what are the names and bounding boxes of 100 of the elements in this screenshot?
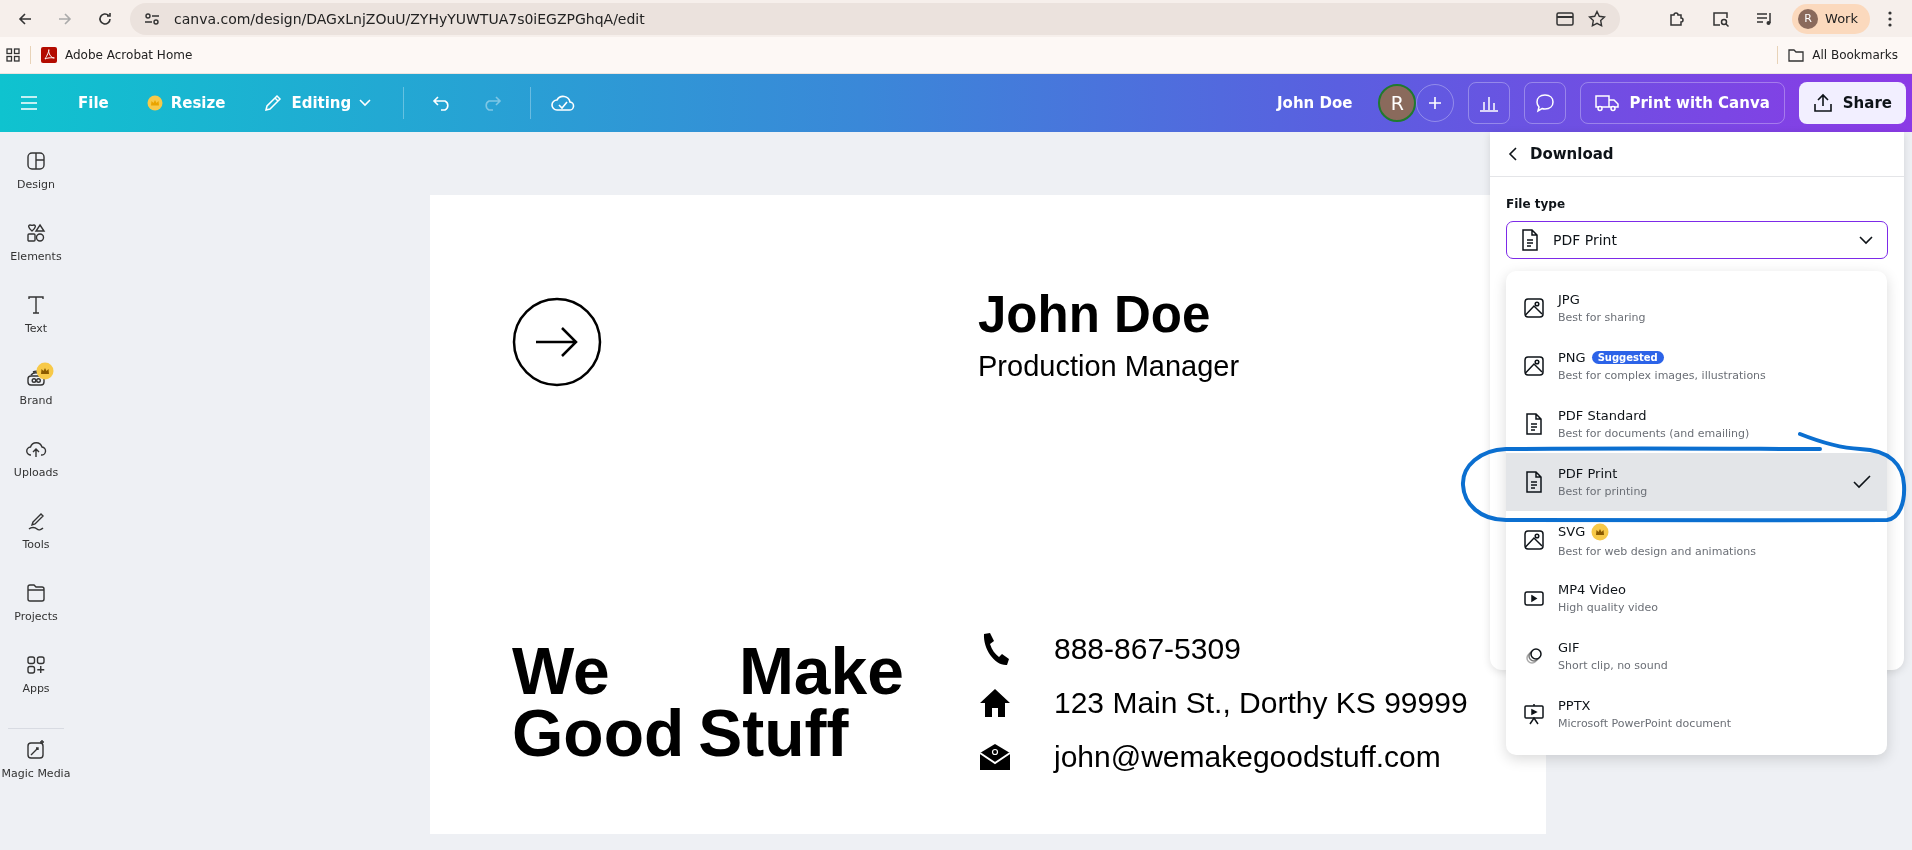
back-arrow-icon: [17, 10, 33, 27]
format-name: GIF: [1558, 640, 1580, 655]
sidebar-item[interactable]: Projects: [0, 582, 72, 654]
file-type-option[interactable]: PDF Print Best for printing: [1506, 453, 1887, 511]
contact-text: 888-867-5309: [1054, 632, 1241, 666]
format-description: Short clip, no sound: [1558, 659, 1669, 672]
tagline-word: Stuff: [698, 702, 849, 764]
format-name: JPG: [1558, 292, 1580, 307]
profile-button[interactable]: R Work: [1792, 3, 1870, 34]
caret-icon: [359, 99, 372, 107]
document-icon: [1521, 229, 1539, 251]
envelope-icon: [978, 743, 1012, 771]
user-avatar[interactable]: R: [1378, 84, 1417, 122]
file-format-icon: [1524, 355, 1544, 377]
sidebar-item[interactable]: Magic Media: [0, 739, 72, 811]
file-format-icon: [1524, 471, 1544, 493]
checkmark-icon: [1853, 475, 1871, 489]
apps-grid-icon[interactable]: [6, 48, 20, 62]
file-type-option[interactable]: PNG Suggested Best for complex images, illustrations: [1506, 337, 1887, 395]
file-format-icon: [1524, 645, 1544, 667]
sidebar-item[interactable]: Design: [0, 150, 72, 222]
file-type-label: File type: [1506, 197, 1567, 211]
format-name: SVG: [1558, 524, 1586, 539]
bookmark-link[interactable]: Adobe Acrobat Home: [41, 47, 193, 63]
file-type-option[interactable]: MP4 Video High quality video: [1506, 569, 1887, 627]
back-button[interactable]: Download: [1508, 145, 1614, 163]
sidebar-item[interactable]: Text: [0, 294, 72, 366]
profile-avatar: R: [1798, 8, 1819, 29]
share-button[interactable]: Share: [1798, 82, 1906, 124]
sidebar-item[interactable]: Apps: [0, 654, 72, 726]
arrow-circle-icon: [512, 297, 602, 387]
print-button[interactable]: Print with Canva: [1580, 82, 1785, 124]
crown-badge-icon: [146, 95, 163, 111]
file-format-icon: [1524, 529, 1544, 551]
format-description: Best for web design and animations: [1558, 544, 1757, 558]
pencil-icon: [263, 93, 284, 113]
star-icon[interactable]: [1588, 9, 1607, 28]
sidebar-icon: [25, 582, 47, 604]
file-format-icon: [1524, 413, 1544, 435]
sidebar-icon: [25, 150, 47, 172]
puzzle-icon[interactable]: [1668, 9, 1687, 28]
sidebar-item[interactable]: Tools: [0, 510, 72, 582]
format-name: PDF Print: [1558, 466, 1618, 481]
format-description: Best for printing: [1558, 485, 1649, 498]
name-text: John Doe: [978, 285, 1212, 344]
file-type-option[interactable]: GIF Short clip, no sound: [1506, 627, 1887, 685]
card-icon[interactable]: [1556, 11, 1575, 26]
file-type-option[interactable]: PDF Standard Best for documents (and emailing): [1506, 395, 1887, 453]
speech-bubble-icon: [1535, 93, 1556, 113]
forward-arrow-icon: [57, 10, 73, 27]
upload-icon: [1812, 93, 1833, 113]
format-description: Best for documents (and emailing): [1558, 427, 1751, 440]
insights-button[interactable]: [1468, 82, 1511, 124]
file-format-icon: [1524, 703, 1544, 725]
sidebar-icon: [25, 222, 47, 244]
comment-button[interactable]: [1524, 82, 1567, 124]
site-settings-icon[interactable]: [144, 11, 160, 26]
sidebar-icon: [25, 294, 47, 316]
reload-icon: [97, 10, 113, 27]
plus-icon: [1428, 96, 1443, 110]
document-title[interactable]: John Doe: [1277, 94, 1353, 112]
all-bookmarks-button[interactable]: All Bookmarks: [1788, 48, 1898, 62]
file-format-icon: [1524, 297, 1544, 319]
sidebar-icon: [25, 654, 47, 676]
contact-text: 123 Main St., Dorthy KS 99999: [1054, 686, 1468, 720]
format-name: PDF Standard: [1558, 408, 1647, 423]
address-bar[interactable]: canva.com/design/DAGxLnjZOuU/ZYHyYUWTUA7s0iEGZPGhqA/edit: [130, 2, 1621, 35]
format-description: High quality video: [1558, 601, 1659, 614]
format-name: MP4 Video: [1558, 582, 1626, 597]
file-type-option[interactable]: SVG Best for web design and animations: [1506, 511, 1887, 569]
tagline-word: We: [512, 640, 610, 702]
format-description: Microsoft PowerPoint document: [1558, 717, 1733, 730]
format-name: PNG: [1558, 350, 1586, 365]
sidebar-item[interactable]: Brand: [0, 366, 72, 438]
sidebar-item[interactable]: Uploads: [0, 438, 72, 510]
redo-icon: [482, 95, 503, 111]
chevron-down-icon: [1859, 235, 1873, 245]
house-icon: [978, 688, 1012, 718]
job-title-text: Production Manager: [978, 350, 1240, 383]
sidebar-item[interactable]: Elements: [0, 222, 72, 294]
truck-icon: [1595, 94, 1620, 112]
tagline-word: Good: [512, 702, 685, 764]
cloud-check-icon[interactable]: [551, 93, 576, 113]
tagline-word: Make: [738, 640, 904, 702]
file-type-option[interactable]: JPG Best for sharing: [1506, 279, 1887, 337]
pdf-logo-icon: [41, 47, 57, 63]
format-description: Best for complex images, illustrations: [1558, 369, 1767, 382]
contact-text: john@wemakegoodstuff.com: [1054, 740, 1441, 774]
sidebar-icon: [25, 739, 47, 761]
suggested-badge: Suggested: [1591, 351, 1664, 364]
url-text: canva.com/design/DAGxLnjZOuU/ZYHyYUWTUA7s0iEGZPGhqA/edit: [174, 10, 645, 27]
file-type-option[interactable]: PPTX Microsoft PowerPoint document: [1506, 685, 1887, 743]
format-name: PPTX: [1558, 698, 1591, 713]
chevron-left-icon: [1508, 147, 1518, 161]
bar-chart-icon: [1479, 94, 1500, 112]
folder-icon: [1788, 48, 1805, 62]
file-type-select[interactable]: PDF Print: [1506, 221, 1888, 259]
format-description: Best for sharing: [1558, 311, 1647, 324]
tab-search-icon[interactable]: [1712, 10, 1731, 27]
more-icon[interactable]: [1888, 10, 1892, 27]
